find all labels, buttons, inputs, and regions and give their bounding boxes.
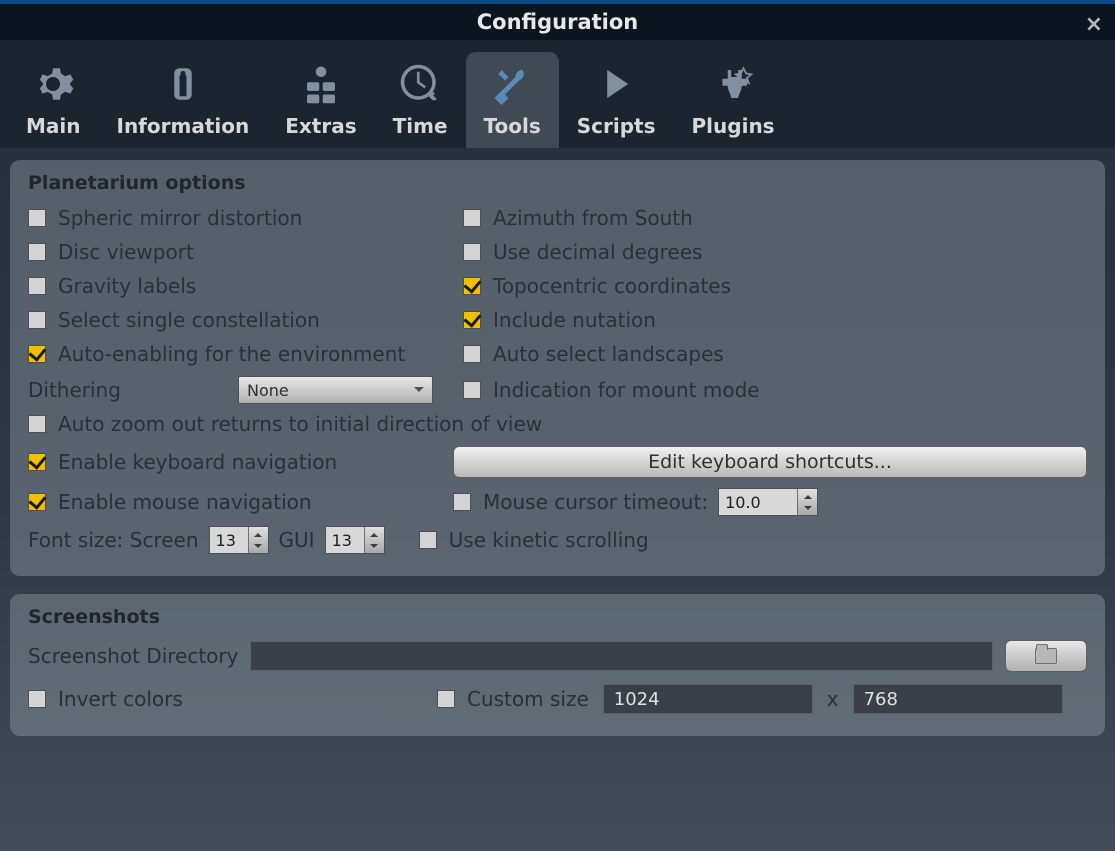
chk-label: Auto zoom out returns to initial directi… — [58, 412, 542, 436]
dithering-label: Dithering — [28, 378, 228, 402]
play-icon — [592, 60, 640, 108]
tab-tools[interactable]: Tools — [466, 52, 559, 148]
tab-time[interactable]: Time — [375, 52, 466, 148]
plugin-icon — [709, 60, 757, 108]
tab-main[interactable]: Main — [8, 52, 99, 148]
spin-up-icon[interactable] — [249, 527, 268, 540]
chk-label: Spheric mirror distortion — [58, 206, 302, 230]
info-icon — [159, 60, 207, 108]
chk-include-nutation[interactable]: Include nutation — [463, 308, 1087, 332]
chk-label: Auto-enabling for the environment — [58, 342, 405, 366]
chk-gravity-labels[interactable]: Gravity labels — [28, 274, 453, 298]
chk-indication-mount[interactable]: Indication for mount mode — [463, 378, 1087, 402]
spinbox-value: 13 — [332, 531, 352, 550]
spinbox-value: 13 — [216, 531, 236, 550]
tab-plugins[interactable]: Plugins — [674, 52, 793, 148]
chk-label: Indication for mount mode — [493, 378, 760, 402]
chk-azimuth-south[interactable]: Azimuth from South — [463, 206, 1087, 230]
browse-folder-button[interactable] — [1005, 640, 1087, 672]
chk-label: Enable keyboard navigation — [58, 450, 337, 474]
screenshot-dir-label: Screenshot Directory — [28, 644, 238, 668]
chk-enable-mouse-nav[interactable]: Enable mouse navigation — [28, 490, 443, 514]
spin-up-icon[interactable] — [365, 527, 384, 540]
group-title: Planetarium options — [28, 172, 1087, 194]
tab-label: Scripts — [577, 114, 656, 138]
chk-label: Invert colors — [58, 687, 183, 711]
tab-bar: Main Information Extras Time Tools — [0, 40, 1115, 148]
gui-label: GUI — [279, 528, 315, 552]
custom-width-input[interactable] — [603, 684, 813, 714]
size-x-label: x — [827, 687, 839, 711]
clock-icon — [396, 60, 444, 108]
spin-down-icon[interactable] — [249, 540, 268, 553]
chk-label: Topocentric coordinates — [493, 274, 731, 298]
titlebar: Configuration × — [0, 0, 1115, 40]
tab-label: Main — [26, 114, 81, 138]
font-size-screen-spinbox[interactable]: 13 — [209, 526, 269, 554]
config-window: Configuration × Main Information Extras — [0, 0, 1115, 851]
spin-down-icon[interactable] — [365, 540, 384, 553]
spin-arrows — [797, 489, 817, 515]
chk-mouse-cursor-timeout[interactable]: Mouse cursor timeout: — [453, 490, 708, 514]
planetarium-group: Planetarium options Spheric mirror disto… — [10, 160, 1105, 576]
tab-extras[interactable]: Extras — [267, 52, 374, 148]
tab-label: Tools — [484, 114, 541, 138]
chk-label: Enable mouse navigation — [58, 490, 312, 514]
chk-label: Include nutation — [493, 308, 656, 332]
chk-decimal-degrees[interactable]: Use decimal degrees — [463, 240, 1087, 264]
font-size-gui-spinbox[interactable]: 13 — [325, 526, 385, 554]
chk-label: Azimuth from South — [493, 206, 693, 230]
tools-icon — [488, 60, 536, 108]
window-title: Configuration — [477, 10, 638, 34]
chk-spheric-mirror[interactable]: Spheric mirror distortion — [28, 206, 453, 230]
chk-label: Select single constellation — [58, 308, 320, 332]
spinbox-value: 10.0 — [725, 493, 761, 512]
gear-icon — [29, 60, 77, 108]
dithering-combo[interactable]: None — [238, 376, 433, 404]
extras-icon — [297, 60, 345, 108]
chk-enable-keyboard-nav[interactable]: Enable keyboard navigation — [28, 450, 443, 474]
tab-label: Time — [393, 114, 448, 138]
content-area: Planetarium options Spheric mirror disto… — [0, 148, 1115, 766]
tab-label: Information — [117, 114, 250, 138]
chk-topocentric[interactable]: Topocentric coordinates — [463, 274, 1087, 298]
tab-information[interactable]: Information — [99, 52, 268, 148]
edit-shortcuts-button[interactable]: Edit keyboard shortcuts... — [453, 446, 1087, 478]
folder-icon — [1035, 648, 1057, 664]
button-label: Edit keyboard shortcuts... — [648, 451, 892, 473]
chk-label: Auto select landscapes — [493, 342, 724, 366]
tab-label: Extras — [285, 114, 356, 138]
screenshot-dir-input[interactable] — [250, 641, 993, 671]
chk-label: Mouse cursor timeout: — [483, 490, 708, 514]
spin-arrows — [364, 527, 384, 553]
chk-auto-zoom-out[interactable]: Auto zoom out returns to initial directi… — [28, 412, 542, 436]
chk-label: Gravity labels — [58, 274, 196, 298]
chk-disc-viewport[interactable]: Disc viewport — [28, 240, 453, 264]
combo-value: None — [247, 381, 289, 400]
chk-custom-size[interactable]: Custom size — [437, 687, 589, 711]
chk-auto-enabling-env[interactable]: Auto-enabling for the environment — [28, 342, 453, 366]
spin-down-icon[interactable] — [798, 502, 817, 515]
chk-label: Use kinetic scrolling — [449, 528, 649, 552]
spin-arrows — [248, 527, 268, 553]
font-size-label: Font size: Screen — [28, 528, 199, 552]
close-icon[interactable]: × — [1085, 12, 1103, 37]
tab-scripts[interactable]: Scripts — [559, 52, 674, 148]
chk-kinetic-scrolling[interactable]: Use kinetic scrolling — [419, 528, 649, 552]
chk-auto-select-landscapes[interactable]: Auto select landscapes — [463, 342, 1087, 366]
tab-label: Plugins — [692, 114, 775, 138]
chk-label: Disc viewport — [58, 240, 194, 264]
chk-label: Use decimal degrees — [493, 240, 702, 264]
chk-label: Custom size — [467, 687, 589, 711]
chk-invert-colors[interactable]: Invert colors — [28, 687, 423, 711]
screenshots-group: Screenshots Screenshot Directory Invert … — [10, 594, 1105, 736]
chk-select-single-constellation[interactable]: Select single constellation — [28, 308, 453, 332]
custom-height-input[interactable] — [853, 684, 1063, 714]
spin-up-icon[interactable] — [798, 489, 817, 502]
group-title: Screenshots — [28, 606, 1087, 628]
mouse-cursor-timeout-spinbox[interactable]: 10.0 — [718, 488, 818, 516]
